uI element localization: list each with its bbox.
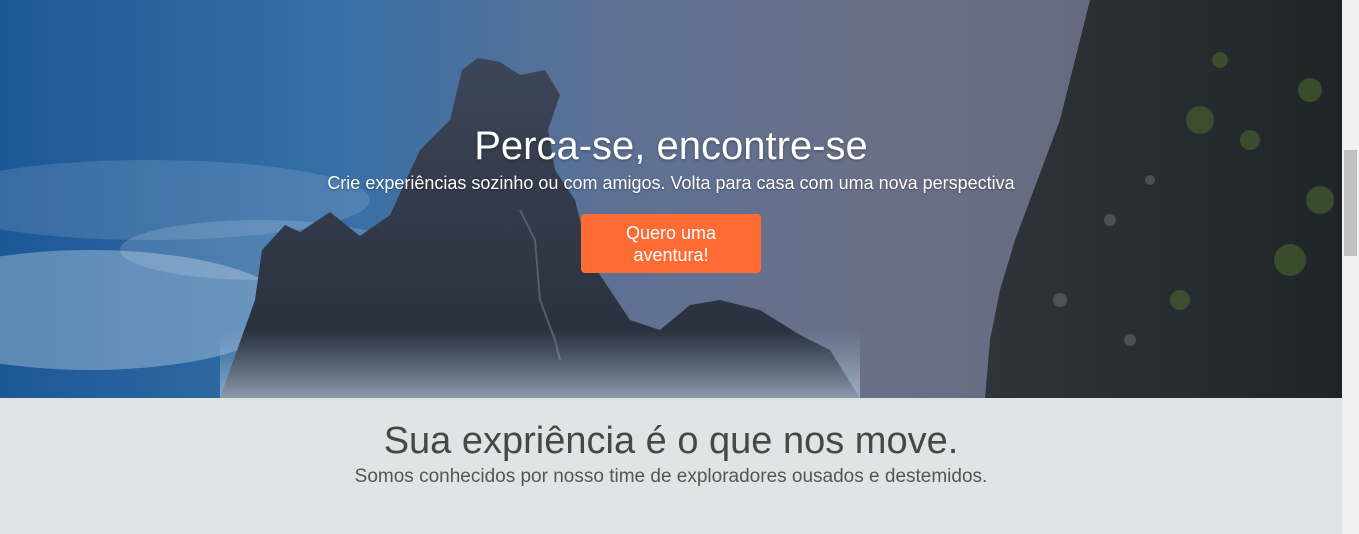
hero-title: Perca-se, encontre-se	[474, 124, 868, 168]
hero-content: Perca-se, encontre-se Crie experiências …	[0, 0, 1342, 398]
about-section: Sua expriência é o que nos move. Somos c…	[0, 398, 1342, 534]
hero-section: Perca-se, encontre-se Crie experiências …	[0, 0, 1342, 398]
about-subtitle: Somos conhecidos por nosso time de explo…	[354, 466, 988, 487]
hero-subtitle: Crie experiências sozinho ou com amigos.…	[327, 173, 1015, 193]
page-scrollbar[interactable]	[1342, 0, 1359, 534]
page: Perca-se, encontre-se Crie experiências …	[0, 0, 1359, 534]
adventure-button[interactable]: Quero uma aventura!	[581, 214, 761, 273]
scrollbar-thumb[interactable]	[1344, 150, 1357, 256]
about-title: Sua expriência é o que nos move.	[383, 420, 959, 462]
